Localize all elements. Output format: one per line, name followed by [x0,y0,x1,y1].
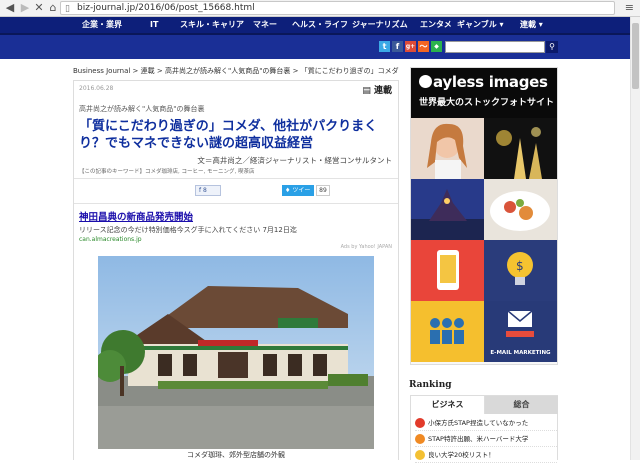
ranking-item[interactable]: 良い大学20校リスト！ [415,449,557,463]
coffee-shop-photo [98,256,374,449]
search-input[interactable] [445,41,545,53]
google-plus-icon[interactable]: g+ [405,41,416,52]
article-title: 「質にこだわり過ぎの」コメダ、他社がパクりまくり？でもマネできない謎の超高収益経… [79,119,378,151]
series-badge: ▤ 連載 [362,86,392,96]
scrollbar[interactable] [630,17,640,460]
champagne-photo [484,118,557,179]
ad-tile-woman[interactable] [411,118,484,179]
ranking-item[interactable]: STAP特許出願、米ハーバード大学 [415,433,557,447]
nav-item-industry[interactable]: 企業・業界 [82,17,122,33]
ad-tile-food[interactable] [484,179,557,240]
twitter-icon[interactable]: t [379,41,390,52]
address-url: biz-journal.jp/2016/06/post_15668.html [77,3,255,13]
woman-photo [411,118,484,179]
ad-tile-phone[interactable] [411,240,484,301]
inline-ad[interactable]: 神田昌典の新商品発売開始 リリース記念の今だけ特別価格今スグ手に入れてください … [79,209,395,243]
sidebar-ad-header: ayless images 世界最大のストックフォトサイト [411,68,557,118]
phone-icon [411,240,484,301]
photo-caption: コメダ珈琲、郊外型店舗の外観 [187,451,285,459]
inline-ad-desc[interactable]: リリース記念の今だけ特別価格今スグ手に入れてください 7月12日迄 [79,225,395,235]
ads-by-label: Ads by Yahoo! JAPAN [340,244,392,250]
tweet-count: 89 [316,185,330,196]
email-marketing-label: E-MAIL MARKETING [490,350,551,356]
rank-1-icon [415,418,425,428]
site-nav: 企業・業界 IT スキル・キャリア マネー ヘルス・ライフ ジャーナリズム エン… [0,17,630,33]
article-date: 2016.06.28 [79,85,114,92]
brand-logo-icon [419,75,432,88]
nav-item-rensai[interactable]: 連載 ▾ [520,17,543,33]
breadcrumb-home[interactable]: Business Journal [73,67,130,75]
ad-tile-champagne[interactable] [484,118,557,179]
nav-item-gamble[interactable]: ギャンブル ▾ [457,17,504,33]
breadcrumb-series[interactable]: 高井尚之が読み解く"人気商品"の舞台裏 [165,67,290,75]
ranking-item[interactable]: 小保方氏STAP捏造していなかった [415,417,557,431]
nav-item-health-life[interactable]: ヘルス・ライフ [292,17,348,33]
rank-2-icon [415,434,425,444]
scrollbar-thumb[interactable] [632,23,639,89]
series-name[interactable]: 高井尚之が読み解く"人気商品"の舞台裏 [79,104,204,114]
nav-item-journalism[interactable]: ジャーナリズム [352,17,408,33]
breadcrumb-current: 「質にこだわり過ぎの」コメダ [300,67,399,75]
social-search-bar: t f g+ 〜 ◆ ⚲ [0,33,630,59]
facebook-share-button[interactable]: f 8 [195,185,221,196]
share-bar: f 8 ♦ ツイート 89 [74,178,398,205]
svg-text:$: $ [516,259,524,273]
twitter-icon: ♦ [285,187,291,194]
address-bar[interactable]: ▯ biz-journal.jp/2016/06/post_15668.html [60,1,615,15]
castle-photo [411,179,484,240]
inline-ad-url[interactable]: can.almacreations.jp [79,236,395,243]
tab-overall[interactable]: 総合 [485,396,558,414]
browser-toolbar: ◀ ▶ ✕ ⌂ ▯ biz-journal.jp/2016/06/post_15… [0,0,640,17]
nav-item-entame[interactable]: エンタメ [420,17,452,33]
byline: 文＝高井尚之／経済ジャーナリスト・経営コンサルタント [197,156,392,165]
stop-icon[interactable]: ✕ [32,1,46,15]
facebook-icon[interactable]: f [392,41,403,52]
search-icon[interactable]: ⚲ [546,41,558,53]
page-icon: ▯ [65,4,70,14]
people-icon [411,301,484,362]
forward-icon[interactable]: ▶ [18,1,32,15]
ad-brand: ayless images [419,73,548,91]
menu-icon[interactable]: ≡ [625,1,634,14]
lightbulb-icon: $ [484,240,557,301]
ranking-panel: ビジネス 総合 小保方氏STAP捏造していなかった STAP特許出願、米ハーバー… [410,395,558,463]
ad-tile-bulb[interactable]: $ [484,240,557,301]
tab-business[interactable]: ビジネス [411,396,485,414]
ad-tile-castle[interactable] [411,179,484,240]
ad-tile-email[interactable]: E-MAIL MARKETING [484,301,557,362]
food-photo [484,179,557,240]
rss-icon[interactable]: 〜 [418,41,429,52]
sidebar-ad[interactable]: ayless images 世界最大のストックフォトサイト $ E-MAIL M… [410,67,558,365]
tweet-button[interactable]: ♦ ツイート [282,185,314,205]
rank-3-icon [415,450,425,460]
article: 2016.06.28 ▤ 連載 高井尚之が読み解く"人気商品"の舞台裏 「質にこ… [73,80,399,460]
nav-item-it[interactable]: IT [150,17,158,33]
nav-item-money[interactable]: マネー [253,17,277,33]
ranking-title: Ranking [409,380,452,390]
breadcrumb-rensai[interactable]: 連載 [141,67,155,75]
nav-item-skill-career[interactable]: スキル・キャリア [180,17,244,33]
ad-tile-people[interactable] [411,301,484,362]
home-icon[interactable]: ⌂ [46,1,60,15]
breadcrumb: Business Journal > 連載 > 高井尚之が読み解く"人気商品"の… [73,67,399,75]
article-photo [98,256,374,449]
article-keywords: 【この記事のキーワード】コメダ珈琲店, コーヒー, モーニング, 喫茶店 [79,169,255,175]
feedly-icon[interactable]: ◆ [431,41,442,52]
ad-tagline: 世界最大のストックフォトサイト [419,98,555,108]
back-icon[interactable]: ◀ [3,1,17,15]
print-icon: ▤ [362,86,371,96]
inline-ad-title[interactable]: 神田昌典の新商品発売開始 [79,209,395,223]
facebook-icon: f [199,187,202,194]
